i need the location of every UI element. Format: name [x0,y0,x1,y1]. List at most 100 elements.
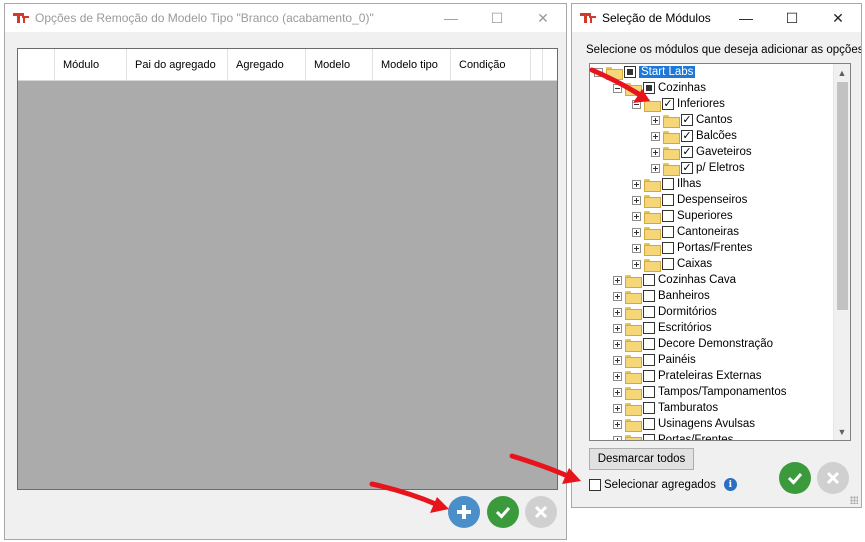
expand-plus-icon[interactable] [613,307,622,317]
tree-node-checkbox[interactable] [643,354,655,366]
expand-plus-icon[interactable] [613,323,622,333]
left-titlebar[interactable]: Opções de Remoção do Modelo Tipo "Branco… [5,4,566,32]
add-button[interactable] [448,496,480,528]
tree-node-label[interactable]: Cantos [696,114,732,126]
expand-plus-icon[interactable] [632,211,641,221]
collapse-minus-icon[interactable] [632,99,641,109]
tree-node[interactable]: Portas/Frentes [590,432,833,440]
tree-node-label[interactable]: Balcões [696,130,737,142]
tree-node-label[interactable]: Dormitórios [658,306,717,318]
tree-node-checkbox[interactable] [643,418,655,430]
tree-node[interactable]: Despenseiros [590,192,833,208]
tree-node-label[interactable]: Prateleiras Externas [658,370,762,382]
scroll-thumb[interactable] [837,82,848,310]
tree-node-label[interactable]: Cozinhas Cava [658,274,736,286]
confirm-button[interactable] [487,496,519,528]
tree-node[interactable]: Balcões [590,128,833,144]
selecionar-agregados-checkbox[interactable] [589,478,601,491]
tree-node-checkbox[interactable] [662,258,674,270]
tree-node[interactable]: Portas/Frentes [590,240,833,256]
tree-node-checkbox[interactable] [643,82,655,94]
tree-node[interactable]: Escritórios [590,320,833,336]
right-titlebar[interactable]: Seleção de Módulos — ☐ ✕ [572,4,861,32]
tree-scrollbar[interactable]: ▲ ▼ [833,64,850,440]
removal-grid[interactable]: Módulo Pai do agregado Agregado Modelo M… [17,48,558,490]
tree-node-label[interactable]: Portas/Frentes [677,242,752,254]
expand-plus-icon[interactable] [632,243,641,253]
tree-node[interactable]: Dormitórios [590,304,833,320]
tree-node[interactable]: Cantos [590,112,833,128]
cancel-button[interactable] [525,496,557,528]
column-header-modelo-tipo[interactable]: Modelo tipo [373,49,451,80]
tree-node-checkbox[interactable] [643,386,655,398]
minimize-button[interactable]: — [428,4,474,32]
tree-node-label[interactable]: Portas/Frentes [658,434,733,440]
tree-node[interactable]: Inferiores [590,96,833,112]
tree-node-checkbox[interactable] [662,226,674,238]
tree-node[interactable]: Prateleiras Externas [590,368,833,384]
tree-node[interactable]: Painéis [590,352,833,368]
tree-node[interactable]: Decore Demonstração [590,336,833,352]
tree-node-label[interactable]: Inferiores [677,98,725,110]
minimize-button[interactable]: — [723,4,769,32]
expand-plus-icon[interactable] [613,291,622,301]
tree-node-label[interactable]: Painéis [658,354,696,366]
tree-node[interactable]: Ilhas [590,176,833,192]
tree-node-label[interactable]: Despenseiros [677,194,747,206]
column-header-pai-agregado[interactable]: Pai do agregado [127,49,228,80]
tree-node-label[interactable]: Tampos/Tamponamentos [658,386,786,398]
tree-node-checkbox[interactable] [643,274,655,286]
tree-node-checkbox[interactable] [662,210,674,222]
expand-plus-icon[interactable] [613,275,622,285]
expand-plus-icon[interactable] [613,403,622,413]
tree-node-checkbox[interactable] [662,242,674,254]
tree-node[interactable]: p/ Eletros [590,160,833,176]
expand-plus-icon[interactable] [651,147,660,157]
selecionar-agregados-option[interactable]: Selecionar agregados i [589,478,737,491]
tree-node-label[interactable]: Start Labs [639,66,696,78]
tree-node[interactable]: Cantoneiras [590,224,833,240]
tree-node-checkbox[interactable] [662,194,674,206]
tree-node-label[interactable]: Banheiros [658,290,710,302]
scroll-down-arrow-icon[interactable]: ▼ [834,423,850,440]
tree-node-checkbox[interactable] [662,98,674,110]
close-button[interactable]: ✕ [520,4,566,32]
grid-header-selector[interactable] [18,49,55,80]
tree-node-checkbox[interactable] [643,402,655,414]
tree-node-label[interactable]: Decore Demonstração [658,338,773,350]
tree-node-checkbox[interactable] [643,322,655,334]
tree-node-label[interactable]: Usinagens Avulsas [658,418,755,430]
cancel-button[interactable] [817,462,849,494]
collapse-minus-icon[interactable] [613,83,622,93]
tree-node-checkbox[interactable] [624,66,636,78]
tree-node-label[interactable]: p/ Eletros [696,162,745,174]
tree-node[interactable]: Cozinhas Cava [590,272,833,288]
scroll-up-arrow-icon[interactable]: ▲ [834,64,850,81]
tree-node[interactable]: Tampos/Tamponamentos [590,384,833,400]
tree-node[interactable]: Start Labs [590,64,833,80]
expand-plus-icon[interactable] [613,419,622,429]
tree-node-checkbox[interactable] [681,130,693,142]
tree-node[interactable]: Banheiros [590,288,833,304]
column-header-modulo[interactable]: Módulo [55,49,127,80]
tree-node-label[interactable]: Caixas [677,258,712,270]
expand-plus-icon[interactable] [632,195,641,205]
tree-node-label[interactable]: Cantoneiras [677,226,739,238]
tree-node-checkbox[interactable] [681,146,693,158]
tree-node-checkbox[interactable] [643,290,655,302]
tree-node-checkbox[interactable] [643,338,655,350]
tree-node-label[interactable]: Gaveteiros [696,146,752,158]
tree-node-label[interactable]: Escritórios [658,322,712,334]
tree-node-checkbox[interactable] [662,178,674,190]
tree-node[interactable]: Gaveteiros [590,144,833,160]
confirm-button[interactable] [779,462,811,494]
collapse-minus-icon[interactable] [594,67,603,77]
tree-node-checkbox[interactable] [643,370,655,382]
column-header-condicao[interactable]: Condição [451,49,531,80]
expand-plus-icon[interactable] [632,259,641,269]
tree-node[interactable]: Cozinhas [590,80,833,96]
expand-plus-icon[interactable] [632,179,641,189]
info-icon[interactable]: i [723,478,737,491]
maximize-button[interactable]: ☐ [474,4,520,32]
tree-node-checkbox[interactable] [643,434,655,440]
